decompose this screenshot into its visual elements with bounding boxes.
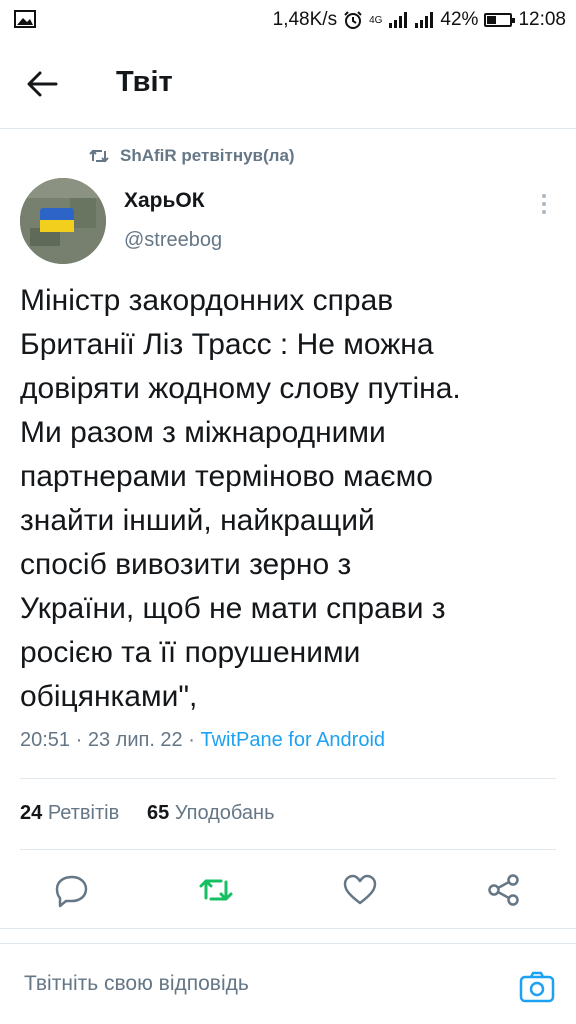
header-divider <box>0 128 576 129</box>
battery-fill <box>487 16 497 24</box>
signal-icon <box>389 12 408 28</box>
meta-separator: · <box>188 729 201 751</box>
avatar[interactable] <box>20 178 106 264</box>
tweet-line: Ми разом з міжнародними <box>20 416 386 449</box>
reply-input[interactable]: Твітніть свою відповідь <box>24 972 249 996</box>
alarm-icon <box>344 11 362 29</box>
tweet-line: знайти інший, найкращий <box>20 504 375 537</box>
reply-icon[interactable] <box>52 870 92 910</box>
network-speed: 1,48K/s <box>272 9 338 30</box>
tweet-meta: 20:51 · 23 лип. 22 · TwitPane for Androi… <box>20 729 385 752</box>
like-heart-icon[interactable] <box>340 870 380 910</box>
action-bar <box>0 860 576 920</box>
retweeted-by-label: ShAfiR ретвітнув(ла) <box>120 146 295 165</box>
clock: 12:08 <box>518 9 566 30</box>
tweet-line: росією та її порушеними <box>20 636 361 669</box>
tweet-line: Британії Ліз Трасс : Не можна <box>20 328 434 361</box>
stats-divider <box>20 849 556 850</box>
battery-percent: 42% <box>440 9 479 30</box>
status-bar: 1,48K/s 4G 42% 12:08 <box>0 0 576 40</box>
tweet-line: України, щоб не мати справи з <box>20 592 446 625</box>
header: Твіт <box>0 40 576 128</box>
author-name[interactable]: ХарьОК <box>124 189 205 213</box>
share-icon[interactable] <box>484 870 524 910</box>
tweet-time: 20:51 <box>20 729 71 751</box>
meta-separator: · <box>75 729 88 751</box>
more-options-icon[interactable] <box>532 192 556 216</box>
tweet-line: спосіб вивозити зерно з <box>20 548 352 581</box>
actions-divider <box>0 928 576 929</box>
status-bar-right: 1,48K/s 4G 42% 12:08 <box>273 8 566 32</box>
retweet-icon <box>89 149 109 163</box>
retweets-stat[interactable]: 24 Ретвітів <box>20 802 119 824</box>
signal-icon-2 <box>415 12 434 28</box>
tweet-source-app[interactable]: TwitPane for Android <box>200 729 385 751</box>
retweets-label: Ретвітів <box>47 802 120 824</box>
tweet-text: Міністр закордонних справ Британії Ліз Т… <box>20 279 560 719</box>
image-notification-icon <box>14 10 36 28</box>
likes-label: Уподобань <box>174 802 275 824</box>
reply-box[interactable]: Твітніть свою відповідь <box>0 944 576 1024</box>
battery-icon <box>484 13 516 27</box>
tweet-stats: 24 Ретвітів 65 Уподобань <box>20 802 275 825</box>
tweet-date: 23 лип. 22 <box>87 729 183 751</box>
author-handle[interactable]: @streebog <box>124 229 222 252</box>
meta-divider <box>20 778 556 779</box>
tweet-line: Міністр закордонних справ <box>20 284 394 317</box>
tweet-line: обіцянками", <box>20 680 198 713</box>
tweet-line: партнерами терміново маємо <box>20 460 433 493</box>
page-title: Твіт <box>116 66 173 98</box>
retweet-action-icon[interactable] <box>196 870 236 910</box>
camera-icon[interactable] <box>518 968 556 1006</box>
avatar-image <box>20 178 106 264</box>
likes-count: 65 <box>147 802 170 824</box>
back-arrow-icon[interactable] <box>22 64 62 104</box>
retweets-count: 24 <box>20 802 43 824</box>
tweet-line: довіряти жодному слову путіна. <box>20 372 461 405</box>
likes-stat[interactable]: 65 Уподобань <box>147 802 275 824</box>
network-type: 4G <box>369 14 383 26</box>
retweeted-by[interactable]: ShAfiR ретвітнув(ла) <box>88 146 295 166</box>
